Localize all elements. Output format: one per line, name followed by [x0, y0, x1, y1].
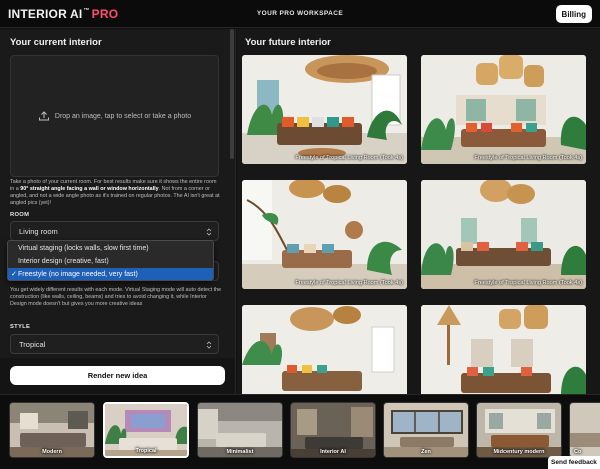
style-thumb-label: Tropical — [135, 448, 157, 454]
result-image[interactable] — [242, 305, 407, 394]
result-caption: Freestyle of Tropical Living Room (Took … — [474, 155, 582, 161]
result-image-art — [421, 180, 586, 289]
style-select-value: Tropical — [19, 339, 46, 349]
result-image[interactable]: Freestyle of Tropical Living Room (Took … — [242, 55, 407, 164]
style-thumb-zen[interactable]: Zen — [383, 402, 469, 458]
style-thumb-label: Minimalist — [226, 449, 254, 455]
room-select-value: Living room — [19, 226, 58, 236]
style-label: STYLE — [10, 324, 31, 330]
send-feedback-button[interactable]: Send feedback — [548, 456, 600, 469]
result-caption: Freestyle of Tropical Living Room (Took … — [295, 280, 403, 286]
checkmark-icon: ✓ — [11, 271, 17, 278]
result-caption: Freestyle of Tropical Living Room (Took … — [295, 155, 403, 161]
room-select[interactable]: Living room — [10, 221, 219, 241]
chevron-updown-icon — [206, 228, 212, 236]
result-image[interactable]: Freestyle of Tropical Living Room (Took … — [242, 180, 407, 289]
chevron-updown-icon — [206, 341, 212, 349]
result-image-art — [242, 55, 407, 164]
render-bar: Render new idea — [0, 358, 235, 394]
result-caption: Freestyle of Tropical Living Room (Took … — [474, 280, 582, 286]
style-thumb-interior-ai[interactable]: Interior AI — [290, 402, 376, 458]
render-new-idea-button[interactable]: Render new idea — [10, 366, 225, 385]
result-image-art — [421, 55, 586, 164]
style-thumb-label: Zen — [421, 449, 431, 455]
result-image-art — [242, 180, 407, 289]
mode-dropdown-menu: Virtual staging (locks walls, slow first… — [7, 240, 214, 281]
style-select[interactable]: Tropical — [10, 334, 219, 354]
result-image[interactable]: Freestyle of Tropical Living Room (Took … — [421, 180, 586, 289]
style-thumb-modern[interactable]: Modern — [9, 402, 95, 458]
modes-note: You get widely different results with ea… — [10, 287, 222, 307]
style-thumb-label: Midcentury modern — [493, 449, 545, 455]
upload-icon — [38, 111, 49, 121]
style-thumb-label: Interior AI — [320, 449, 346, 455]
current-interior-panel: Your current interior Drop an image, tap… — [0, 29, 236, 394]
mode-option-virtual-staging[interactable]: Virtual staging (locks walls, slow first… — [8, 242, 213, 254]
billing-button[interactable]: Billing — [555, 5, 592, 23]
app-header: INTERIOR AI ™ PRO YOUR PRO WORKSPACE Bil… — [0, 0, 600, 28]
room-label: ROOM — [10, 212, 30, 218]
dropzone-text: Drop an image, tap to select or take a p… — [54, 112, 192, 120]
result-image-art — [421, 305, 586, 394]
left-scrollbar[interactable] — [230, 29, 234, 159]
mode-option-interior-design[interactable]: Interior design (creative, fast) — [8, 255, 213, 267]
style-strip: Modern Tropical Minimalist Interior AI Z… — [0, 394, 600, 469]
result-image[interactable]: Freestyle of Tropical Living Room (Took … — [421, 55, 586, 164]
style-thumb-minimalist[interactable]: Minimalist — [197, 402, 283, 458]
image-dropzone[interactable]: Drop an image, tap to select or take a p… — [10, 55, 219, 177]
style-thumb-tropical[interactable]: Tropical — [103, 402, 189, 458]
style-thumb-partial[interactable]: Co — [569, 402, 600, 458]
future-interior-panel: Your future interior Freestyle of Tropic… — [237, 29, 600, 394]
style-thumb-label: Modern — [42, 449, 62, 455]
result-image[interactable] — [421, 305, 586, 394]
mode-option-freestyle[interactable]: ✓ Freestyle (no image needed, very fast) — [8, 268, 213, 280]
future-interior-title: Your future interior — [245, 37, 331, 48]
style-thumb-label: Co — [574, 449, 582, 455]
photo-help-text: Take a photo of your current room. For b… — [10, 179, 220, 206]
result-image-art — [242, 305, 407, 394]
style-thumb-midcentury-modern[interactable]: Midcentury modern — [476, 402, 562, 458]
workspace-title: YOUR PRO WORKSPACE — [256, 10, 344, 17]
current-interior-title: Your current interior — [10, 37, 102, 48]
